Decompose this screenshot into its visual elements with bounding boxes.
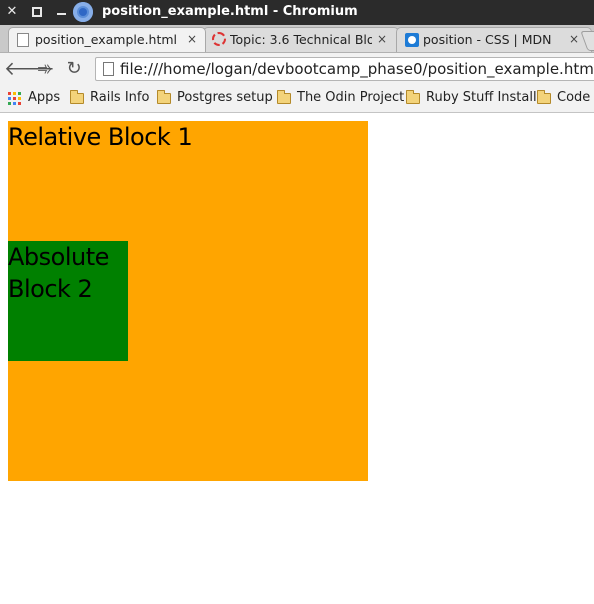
tab-close-icon[interactable]: × <box>377 32 387 46</box>
window-titlebar: ✕ position_example.html - Chromium <box>0 0 594 25</box>
tab-mdn-position[interactable]: position - CSS | MDN × <box>396 27 592 52</box>
minimize-icon <box>56 13 66 15</box>
window-minimize-button[interactable] <box>54 5 68 19</box>
bookmark-label: Postgres setup <box>177 90 273 105</box>
absolute-block: Absolute Block 2 <box>8 241 128 361</box>
relative-block: Relative Block 1 Absolute Block 2 <box>8 121 368 481</box>
apps-grid-icon <box>8 92 21 105</box>
relative-block-text: Relative Block 1 <box>8 123 193 151</box>
back-button[interactable]: 🡐 <box>4 58 55 80</box>
window-close-button[interactable]: ✕ <box>5 5 19 19</box>
mdn-icon <box>405 33 419 47</box>
bookmark-label: Rails Info <box>90 90 150 105</box>
bookmarks-bar: Apps Rails Info Postgres setup The Odin … <box>0 85 594 113</box>
tab-label: position - CSS | MDN <box>423 32 552 47</box>
maximize-icon <box>32 7 42 17</box>
url-text[interactable]: file:///home/logan/devbootcamp_phase0/po… <box>120 60 594 78</box>
tab-strip: position_example.html × Topic: 3.6 Techn… <box>0 25 594 53</box>
bookmark-label: Code Q <box>557 90 594 105</box>
tab-technical-blog[interactable]: Topic: 3.6 Technical Blog × <box>203 27 399 52</box>
folder-icon <box>537 90 551 104</box>
folder-icon <box>70 90 84 104</box>
bookmark-label: The Odin Project <box>297 90 405 105</box>
browser-toolbar: 🡐 ➾ ↻ file:///home/logan/devbootcamp_pha… <box>0 53 594 85</box>
page-viewport: Relative Block 1 Absolute Block 2 <box>0 113 594 604</box>
window-title: position_example.html - Chromium <box>102 4 358 19</box>
tab-label: Topic: 3.6 Technical Blog <box>230 32 372 47</box>
chromium-logo-icon <box>73 2 93 22</box>
folder-icon <box>277 90 291 104</box>
address-bar[interactable]: file:///home/logan/devbootcamp_phase0/po… <box>95 57 594 81</box>
document-icon <box>17 33 29 47</box>
absolute-block-text: Absolute Block 2 <box>8 243 109 303</box>
forward-button[interactable]: ➾ <box>34 58 56 80</box>
discourse-icon <box>212 32 226 46</box>
tab-label: position_example.html <box>35 32 178 47</box>
bookmark-label: Ruby Stuff Install <box>426 90 537 105</box>
window-maximize-button[interactable] <box>30 5 44 19</box>
reload-button[interactable]: ↻ <box>63 58 85 80</box>
folder-icon <box>157 90 171 104</box>
tab-close-icon[interactable]: × <box>569 32 579 46</box>
bookmark-label: Apps <box>28 90 61 105</box>
tab-position-example[interactable]: position_example.html × <box>8 27 206 52</box>
folder-icon <box>406 90 420 104</box>
tab-close-icon[interactable]: × <box>187 32 197 46</box>
page-icon <box>103 62 114 76</box>
